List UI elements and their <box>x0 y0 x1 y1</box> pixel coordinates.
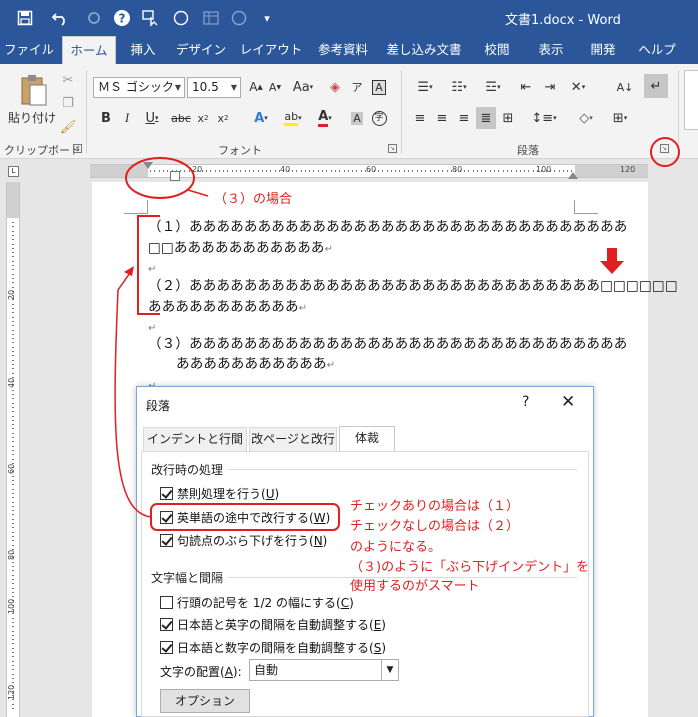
annotation-launcher-circle <box>650 137 680 167</box>
annotation-case3-label: （３）の場合 <box>214 192 293 207</box>
annotation-note-1: チェックありの場合は（１） <box>350 499 520 514</box>
annotation-note-5: 使用するのがスマート <box>350 579 480 594</box>
annotation-note-3: のようになる。 <box>350 540 442 555</box>
annotation-ruler-circle <box>125 157 195 199</box>
annotation-leader-line <box>187 189 209 197</box>
annotation-bracket <box>137 215 160 315</box>
annotation-arrow-head <box>600 261 624 274</box>
annotation-note-2: チェックなしの場合は（２） <box>350 519 520 534</box>
annotation-connector <box>114 269 152 518</box>
annotation-connector-arrowhead <box>124 266 134 276</box>
annotation-overlay <box>114 137 680 531</box>
annotation-checkbox-box <box>150 503 340 531</box>
annotation-arrow-shaft <box>607 248 617 262</box>
annotation-note-4: （３)のように「ぶら下げインデント」を <box>350 560 590 575</box>
